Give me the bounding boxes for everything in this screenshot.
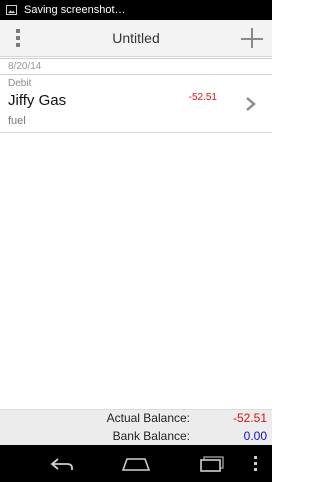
image-icon [6, 5, 17, 15]
recents-icon [200, 455, 224, 472]
chevron-right-icon [246, 97, 256, 111]
actual-balance-row: Actual Balance: -52.51 [0, 411, 272, 427]
back-button[interactable] [42, 445, 82, 482]
action-bar: Untitled [0, 20, 272, 57]
bank-balance-label: Bank Balance: [112, 429, 190, 443]
balance-summary: Actual Balance: -52.51 Bank Balance: 0.0… [0, 409, 272, 445]
home-button[interactable] [116, 445, 156, 482]
menu-button[interactable] [246, 445, 266, 482]
page-title: Untitled [112, 30, 160, 46]
transaction-amount: -52.51 [188, 92, 217, 103]
navigation-bar [0, 445, 272, 482]
status-text: Saving screenshot… [24, 4, 126, 16]
menu-icon [254, 455, 257, 471]
bank-balance-row: Bank Balance: 0.00 [0, 429, 272, 445]
recents-button[interactable] [192, 445, 232, 482]
back-icon [50, 457, 73, 470]
actual-balance-label: Actual Balance: [106, 411, 190, 425]
transaction-type: Debit [8, 78, 32, 89]
home-icon [122, 457, 150, 471]
overflow-menu-icon[interactable] [13, 28, 23, 49]
transaction-name: Jiffy Gas [8, 92, 67, 109]
date-header: 8/20/14 [0, 58, 272, 75]
transaction-memo: fuel [8, 115, 26, 127]
status-bar: Saving screenshot… [0, 0, 272, 20]
actual-balance-value: -52.51 [232, 411, 267, 425]
transaction-row[interactable]: Debit Jiffy Gas fuel -52.51 [0, 75, 272, 133]
add-transaction-button[interactable] [239, 26, 265, 52]
bank-balance-value: 0.00 [243, 429, 267, 443]
